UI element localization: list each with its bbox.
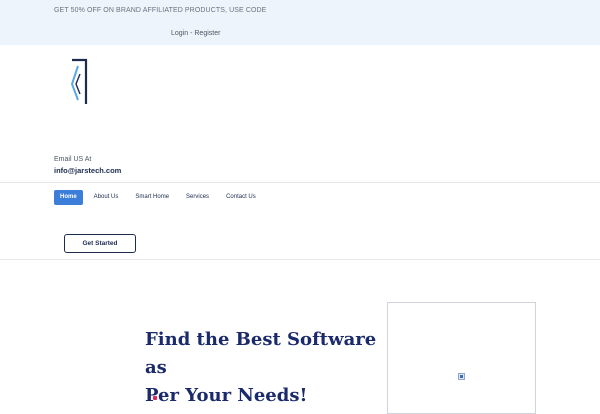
accent-mark: [153, 396, 157, 400]
nav-item-contact-us[interactable]: Contact Us: [220, 190, 262, 205]
email-link[interactable]: info@jarstech.com: [54, 166, 121, 175]
hero-headline-line-2: Per Your Needs!: [145, 385, 308, 406]
email-label: Email US At: [54, 156, 92, 163]
bracket-logo-icon[interactable]: [66, 56, 90, 108]
register-link[interactable]: Register: [194, 30, 220, 37]
hero-media-frame: [387, 302, 536, 414]
nav-item-services[interactable]: Services: [180, 190, 215, 205]
main-nav: Home About Us Smart Home Services Contac…: [54, 189, 267, 205]
nav-item-about-us[interactable]: About Us: [88, 190, 125, 205]
header-divider-bottom: [0, 259, 600, 260]
login-link[interactable]: Login: [171, 30, 188, 37]
nav-divider-top: [0, 182, 600, 183]
nav-item-smart-home[interactable]: Smart Home: [129, 190, 175, 205]
broken-image-icon: [458, 373, 465, 380]
hero-headline-line-1: Find the Best Software as: [145, 329, 377, 378]
top-bar: GET 50% OFF ON BRAND AFFILIATED PRODUCTS…: [0, 0, 600, 45]
get-started-button[interactable]: Get Started: [64, 234, 136, 253]
nav-item-home[interactable]: Home: [54, 189, 83, 205]
auth-links: Login - Register: [171, 30, 220, 37]
hero-headline: Find the Best Software as Per Your Needs…: [145, 326, 385, 410]
promo-text: GET 50% OFF ON BRAND AFFILIATED PRODUCTS…: [54, 7, 267, 14]
